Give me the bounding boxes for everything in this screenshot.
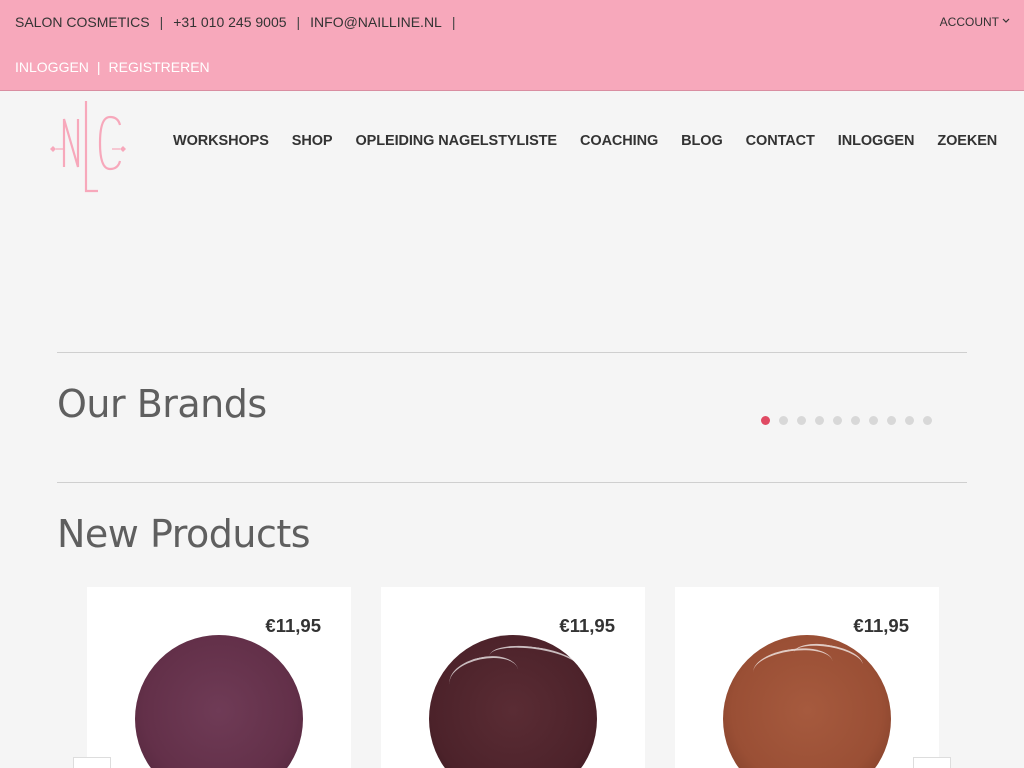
phone-link[interactable]: +31 010 245 9005 [173,14,286,30]
nlc-logo[interactable] [48,95,128,193]
nav-item-workshops[interactable]: WORKSHOPS [173,133,269,149]
separator: | [451,14,456,30]
top-bar: SALON COSMETICS | +31 010 245 9005 | INF… [0,0,1024,91]
company-name: SALON COSMETICS [15,14,150,30]
register-link[interactable]: REGISTREREN [109,59,210,75]
carousel-dot[interactable] [815,416,824,425]
brands-carousel-pagination [761,416,941,425]
email-link[interactable]: INFO@NAILLINE.NL [310,14,442,30]
product-image[interactable] [429,635,597,768]
carousel-dot[interactable] [887,416,896,425]
nav-item-contact[interactable]: CONTACT [746,133,815,149]
carousel-dot[interactable] [797,416,806,425]
nav-item-shop[interactable]: SHOP [292,133,333,149]
site-header: WORKSHOPS SHOP OPLEIDING NAGELSTYLISTE C… [0,91,1024,201]
product-card[interactable]: €11,95 [381,587,645,768]
section-divider [57,482,967,483]
section-divider [57,352,967,353]
prev-arrow-button[interactable] [73,757,111,768]
account-label: ACCOUNT [939,15,999,29]
product-image[interactable] [723,635,891,768]
product-image[interactable] [135,635,303,768]
carousel-dot[interactable] [905,416,914,425]
product-price: €11,95 [265,615,321,636]
separator: | [96,59,101,75]
nav-item-opleiding[interactable]: OPLEIDING NAGELSTYLISTE [355,133,557,149]
new-products-title: New Products [57,512,311,556]
nav-item-blog[interactable]: BLOG [681,133,723,149]
chevron-down-icon [1002,16,1010,27]
brands-title: Our Brands [57,382,267,426]
product-card[interactable]: €11,95 [675,587,939,768]
carousel-dot[interactable] [833,416,842,425]
carousel-dot[interactable] [923,416,932,425]
nav-item-inloggen[interactable]: INLOGGEN [838,133,915,149]
nav-item-coaching[interactable]: COACHING [580,133,658,149]
account-menu[interactable]: ACCOUNT [940,15,1010,29]
carousel-dot[interactable] [869,416,878,425]
separator: | [296,14,301,30]
main-nav: WORKSHOPS SHOP OPLEIDING NAGELSTYLISTE C… [173,133,997,149]
carousel-dot[interactable] [761,416,770,425]
product-card[interactable]: €11,95 [87,587,351,768]
carousel-dot[interactable] [851,416,860,425]
auth-links: INLOGGEN | REGISTREREN [15,59,210,75]
product-price: €11,95 [559,615,615,636]
product-price: €11,95 [853,615,909,636]
next-arrow-button[interactable] [913,757,951,768]
login-link[interactable]: INLOGGEN [15,59,89,75]
contact-info: SALON COSMETICS | +31 010 245 9005 | INF… [15,14,465,30]
carousel-dot[interactable] [779,416,788,425]
nav-item-zoeken[interactable]: ZOEKEN [937,133,997,149]
separator: | [159,14,164,30]
